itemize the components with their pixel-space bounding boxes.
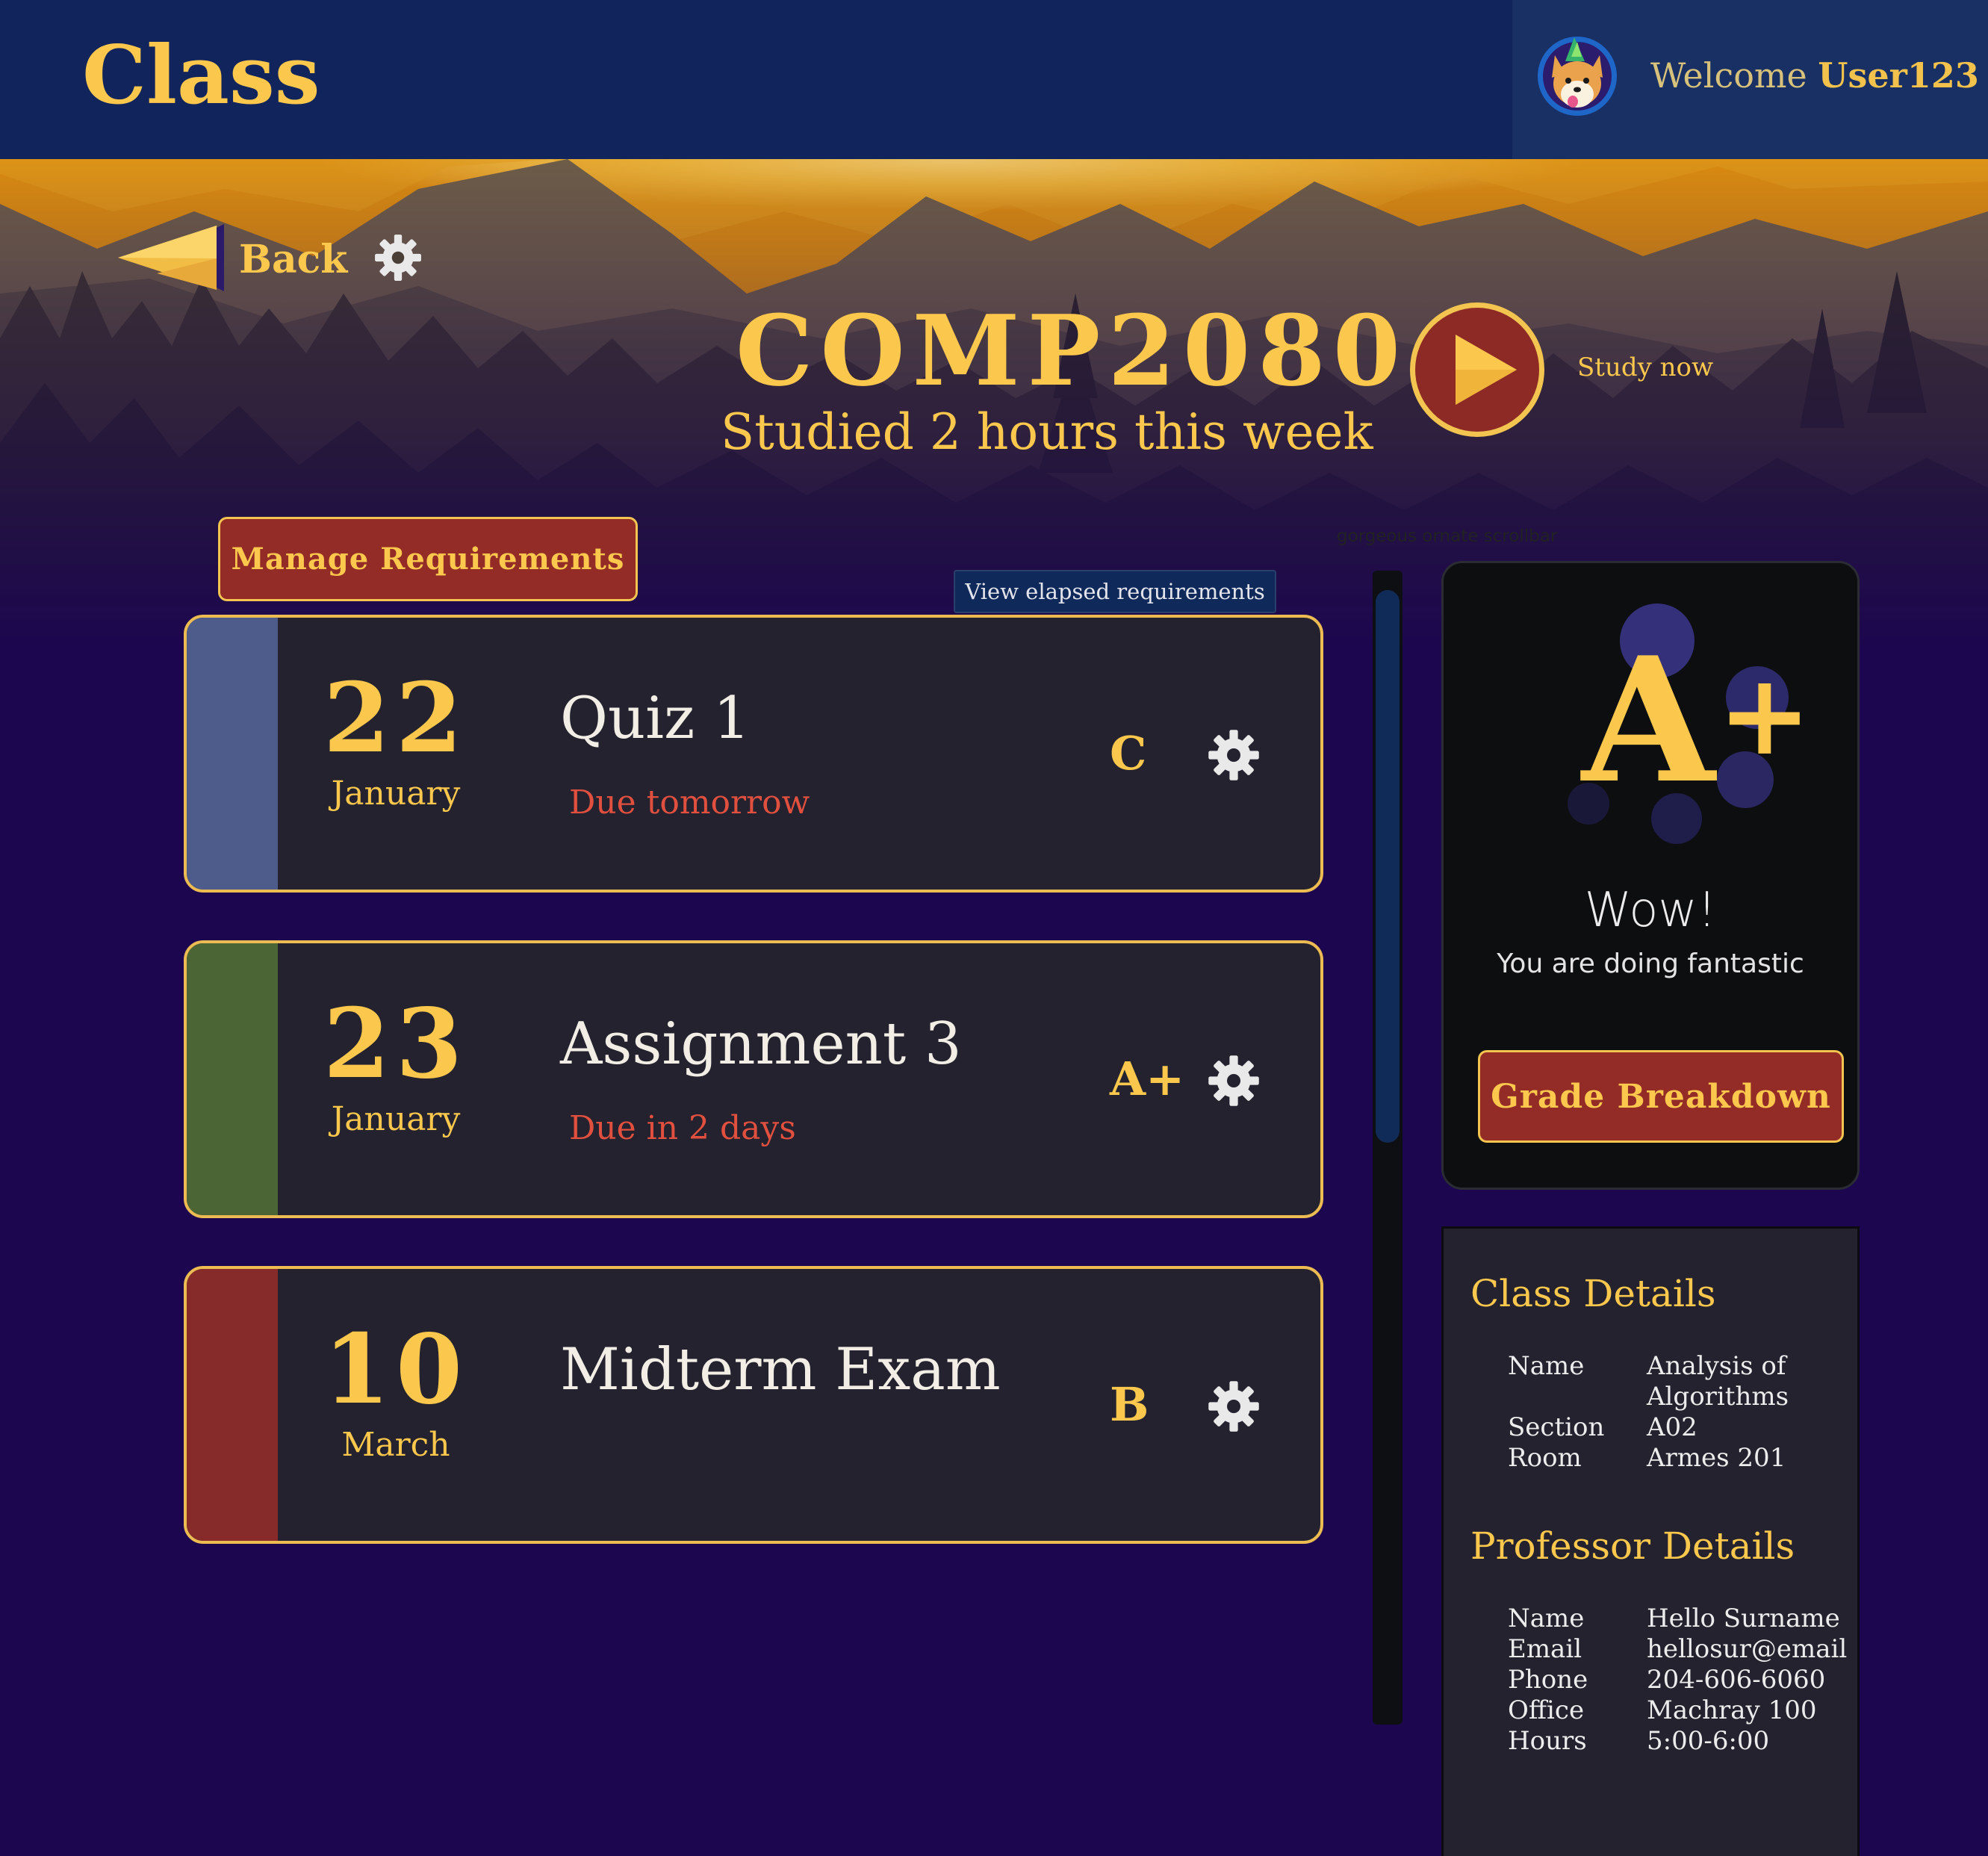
- requirement-settings-gear-icon[interactable]: [1207, 728, 1261, 782]
- class-name-key: Name: [1508, 1351, 1585, 1381]
- professor-email-key: Email: [1508, 1634, 1582, 1664]
- due-day: 23: [323, 988, 469, 1100]
- professor-name-key: Name: [1508, 1604, 1585, 1633]
- grade-message: You are doing fantastic: [1497, 949, 1804, 979]
- welcome-text: Welcome User123: [1650, 55, 1979, 96]
- requirement-settings-gear-icon[interactable]: [1207, 1379, 1261, 1433]
- rewind-icon: [118, 224, 224, 291]
- scrollbar-thumb[interactable]: [1376, 590, 1400, 1143]
- professor-hours-key: Hours: [1508, 1726, 1587, 1756]
- requirement-grade: A+: [1110, 1052, 1185, 1106]
- requirement-card[interactable]: 23 January Assignment 3 Due in 2 days A+: [184, 940, 1323, 1218]
- grade-headline: Wow!: [1584, 883, 1717, 938]
- card-color-stripe: [187, 618, 278, 890]
- professor-hours-value: 5:00-6:00: [1647, 1726, 1770, 1756]
- welcome-prefix: Welcome: [1650, 55, 1807, 96]
- requirement-card[interactable]: 22 January Quiz 1 Due tomorrow C: [184, 615, 1323, 893]
- due-day: 22: [323, 662, 469, 775]
- study-summary: Studied 2 hours this week: [721, 403, 1373, 461]
- due-month: January: [331, 775, 461, 813]
- play-icon[interactable]: [1406, 299, 1548, 441]
- settings-gear-icon[interactable]: [373, 233, 423, 282]
- username: User123: [1818, 55, 1979, 96]
- requirement-grade: B: [1110, 1377, 1149, 1432]
- overall-grade-modifier: +: [1718, 649, 1812, 780]
- grade-breakdown-button[interactable]: Grade Breakdown: [1478, 1050, 1844, 1143]
- due-status: Due tomorrow: [569, 783, 810, 822]
- course-code: COMP2080: [736, 294, 1408, 408]
- requirement-card[interactable]: 10 March Midterm Exam B: [184, 1266, 1323, 1544]
- professor-phone-value: 204-606-6060: [1647, 1665, 1826, 1695]
- requirement-title: Quiz 1: [560, 685, 751, 752]
- class-name-value: Analysis of Algorithms: [1647, 1351, 1789, 1412]
- professor-email-value[interactable]: hellosur@email: [1647, 1634, 1847, 1665]
- card-color-stripe: [187, 1269, 278, 1541]
- back-button[interactable]: [112, 217, 232, 299]
- study-now-label[interactable]: Study now: [1577, 353, 1713, 382]
- professor-phone-key: Phone: [1508, 1665, 1588, 1695]
- professor-details-heading: Professor Details: [1470, 1524, 1795, 1568]
- requirement-title: Midterm Exam: [560, 1336, 1001, 1403]
- card-color-stripe: [187, 943, 278, 1215]
- back-label[interactable]: Back: [239, 237, 347, 282]
- app-title: Class: [82, 28, 320, 122]
- requirement-grade: C: [1110, 726, 1147, 780]
- due-status: Due in 2 days: [569, 1109, 796, 1147]
- overall-grade-letter: A: [1582, 620, 1715, 822]
- manage-requirements-button[interactable]: Manage Requirements: [218, 517, 638, 601]
- class-section-key: Section: [1508, 1412, 1605, 1442]
- class-details-heading: Class Details: [1470, 1272, 1716, 1315]
- professor-name-value: Hello Surname: [1647, 1604, 1840, 1633]
- corgi-avatar-icon[interactable]: [1535, 34, 1619, 118]
- due-day: 10: [323, 1314, 469, 1426]
- class-room-value: Armes 201: [1647, 1443, 1786, 1473]
- due-month: March: [341, 1426, 450, 1464]
- class-section-value: A02: [1647, 1412, 1697, 1442]
- class-room-key: Room: [1508, 1443, 1582, 1473]
- requirement-settings-gear-icon[interactable]: [1207, 1054, 1261, 1108]
- due-month: January: [331, 1100, 461, 1138]
- details-panel: Class Details Name Analysis of Algorithm…: [1441, 1226, 1860, 1856]
- view-elapsed-requirements-button[interactable]: View elapsed requirements: [954, 570, 1276, 613]
- requirement-title: Assignment 3: [560, 1011, 962, 1078]
- professor-office-key: Office: [1508, 1695, 1585, 1725]
- scrollbar-note: gorgeous ornate scrollbar: [1337, 527, 1558, 546]
- professor-office-value: Machray 100: [1647, 1695, 1817, 1725]
